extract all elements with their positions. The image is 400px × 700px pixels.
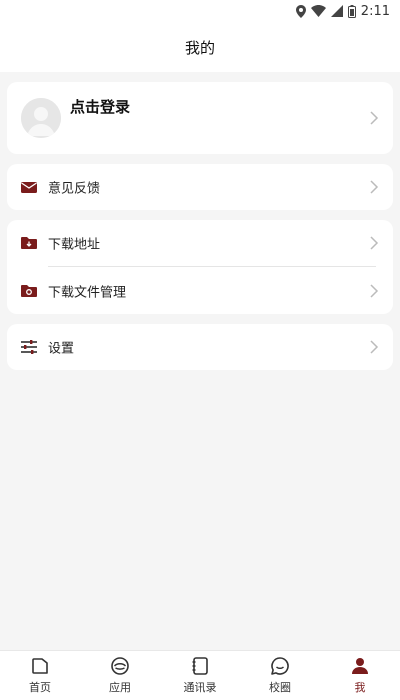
wifi-icon (310, 5, 326, 17)
menu-item-label: 设置 (48, 341, 75, 357)
folder-camera-icon (20, 282, 38, 300)
status-bar: 2:11 (0, 0, 400, 22)
apps-icon (110, 656, 130, 676)
tab-label: 我 (354, 681, 366, 694)
menu-item-label: 意见反馈 (48, 181, 101, 197)
home-icon (30, 656, 50, 676)
settings-group: 设置 (7, 324, 393, 370)
tab-me[interactable]: 我 (320, 651, 400, 700)
status-time: 2:11 (360, 3, 390, 19)
bottom-tab-bar: 首页 应用 通讯录 校圈 我 (0, 650, 400, 700)
feedback-group: 意见反馈 (7, 164, 393, 210)
location-icon (295, 4, 306, 18)
chevron-right-icon (369, 235, 379, 251)
chevron-right-icon (369, 283, 379, 299)
signal-icon (330, 5, 343, 17)
tab-apps[interactable]: 应用 (80, 651, 160, 700)
download-group: 下载地址 下载文件管理 (7, 220, 393, 314)
person-icon (350, 656, 370, 676)
chat-bubble-icon (270, 656, 290, 676)
tab-contacts[interactable]: 通讯录 (160, 651, 240, 700)
chevron-right-icon (369, 339, 379, 355)
sliders-icon (20, 338, 38, 356)
login-card[interactable]: 点击登录 (7, 82, 393, 154)
divider (48, 266, 376, 267)
tab-campus-circle[interactable]: 校圈 (240, 651, 320, 700)
menu-item-label: 下载地址 (48, 237, 101, 253)
menu-item-label: 下载文件管理 (48, 285, 127, 301)
login-prompt[interactable]: 点击登录 (70, 96, 130, 117)
chevron-right-icon (369, 179, 379, 195)
menu-item-download-address[interactable]: 下载地址 (7, 220, 393, 266)
main-content: 点击登录 意见反馈 下载地址 下载文件管理 设置 (0, 72, 400, 650)
tab-label: 校圈 (269, 681, 291, 694)
tab-label: 通讯录 (183, 681, 217, 694)
battery-icon (347, 4, 356, 18)
menu-item-feedback[interactable]: 意见反馈 (7, 164, 393, 210)
menu-item-settings[interactable]: 设置 (7, 324, 393, 370)
folder-download-icon (20, 234, 38, 252)
mail-icon (20, 178, 38, 196)
avatar-placeholder-icon (21, 98, 61, 138)
page-title: 我的 (184, 38, 215, 57)
chevron-right-icon (369, 110, 379, 126)
page-header: 我的 (0, 22, 400, 72)
tab-home[interactable]: 首页 (0, 651, 80, 700)
tab-label: 首页 (29, 681, 51, 694)
tab-label: 应用 (109, 681, 131, 694)
contacts-icon (190, 656, 210, 676)
menu-item-download-manager[interactable]: 下载文件管理 (7, 268, 393, 314)
